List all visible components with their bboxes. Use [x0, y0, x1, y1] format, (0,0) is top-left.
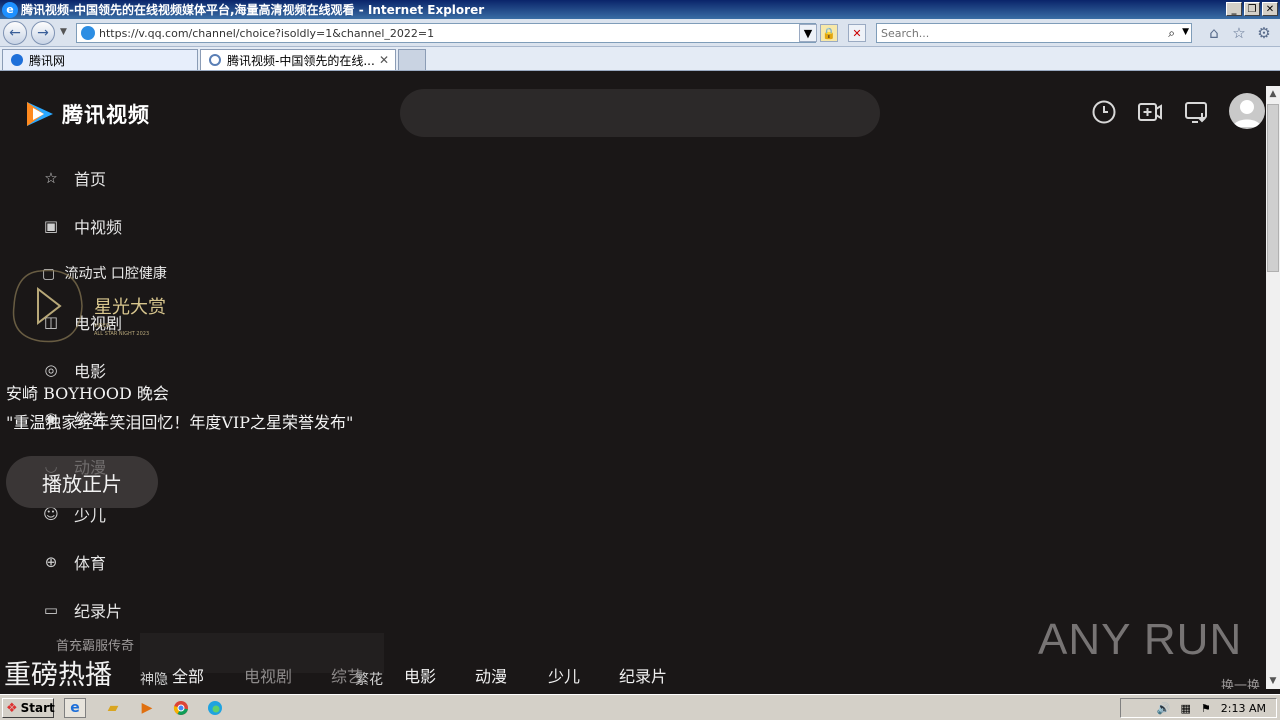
ball-icon: ⊕ — [44, 553, 58, 571]
anyrun-watermark: ANY RUN — [1038, 607, 1242, 673]
category-kids[interactable]: 少儿 — [548, 663, 580, 687]
speaker-icon[interactable]: 🔊 — [1157, 702, 1171, 715]
nav-item-mid-video[interactable]: ▣ 中视频 — [42, 213, 122, 239]
forward-button[interactable]: → — [31, 21, 55, 45]
nav-item-home[interactable]: ☆ 首页 — [42, 165, 106, 191]
search-icon[interactable]: ⌕ — [1168, 26, 1175, 41]
windows-taskbar: ❖ Start e ▰ ▶ 🔊 ▦ ⚑ 2:13 AM — [0, 694, 1280, 720]
window-title: 腾讯视频-中国领先的在线视频媒体平台,海量高清视频在线观看 - Internet… — [21, 3, 485, 17]
scroll-down-icon[interactable]: ▼ — [1266, 673, 1280, 689]
search-box[interactable]: ⌕ ▼ — [876, 23, 1192, 43]
tab-tencent-video[interactable]: 腾讯视频-中国领先的在线... ✕ — [200, 49, 396, 70]
nav-item-documentary[interactable]: ▭ 纪录片 — [42, 597, 122, 623]
refresh-button[interactable]: 换一换 — [1221, 675, 1260, 689]
category-variety[interactable]: 综艺 — [331, 663, 363, 687]
play-square-icon: ▣ — [43, 217, 59, 235]
close-window-button[interactable]: ✕ — [1262, 2, 1278, 16]
watermark-text: ANY RUN — [1038, 615, 1243, 664]
start-button[interactable]: ❖ Start — [2, 698, 55, 718]
search-input[interactable] — [881, 26, 1151, 40]
tab-row: 腾讯网 腾讯视频-中国领先的在线... ✕ — [0, 47, 1280, 71]
badge-sub1: VIDEO — [94, 323, 110, 329]
window-title-bar: e 腾讯视频-中国领先的在线视频媒体平台,海量高清视频在线观看 - Intern… — [0, 0, 1280, 19]
category-anime[interactable]: 动漫 — [475, 663, 507, 687]
search-dropdown-icon[interactable]: ▼ — [1182, 27, 1189, 37]
category-documentary[interactable]: 纪录片 — [619, 663, 667, 687]
hot-section-title: 重磅热播 — [4, 660, 112, 689]
network-icon[interactable]: ▦ — [1181, 702, 1191, 715]
sub-promo-item[interactable]: 首充霸服传奇 — [56, 635, 134, 654]
taskbar-media-icon[interactable]: ▶ — [136, 698, 158, 718]
category-tv[interactable]: 电视剧 — [244, 663, 292, 687]
site-search-box[interactable] — [400, 89, 880, 137]
action-center-flag-icon[interactable]: ⚑ — [1201, 702, 1211, 715]
category-all[interactable]: 全部 — [172, 663, 204, 687]
category-movie[interactable]: 电影 — [404, 663, 436, 687]
play-feature-button[interactable]: 播放正片 — [6, 456, 158, 508]
history-clock-icon[interactable] — [1091, 99, 1117, 125]
user-avatar[interactable] — [1229, 93, 1265, 129]
taskbar-chrome-icon[interactable] — [170, 698, 192, 718]
star-night-badge: 星光大赏 VIDEO ALL STAR NIGHT 2023 — [12, 269, 166, 343]
scroll-up-icon[interactable]: ▲ — [1266, 86, 1280, 102]
star-icon: ☆ — [44, 169, 58, 187]
new-tab-button[interactable] — [398, 49, 426, 70]
address-dropdown-button[interactable]: ▼ — [799, 24, 817, 42]
tools-gear-icon[interactable]: ⚙ — [1254, 23, 1274, 43]
tencent-favicon-icon — [11, 54, 23, 66]
restore-button[interactable]: ❐ — [1244, 2, 1260, 16]
upload-video-icon[interactable] — [1137, 99, 1163, 125]
taskbar-ie-icon[interactable]: e — [64, 698, 86, 718]
stop-button[interactable]: ✕ — [848, 24, 866, 42]
page-viewport: 腾讯视频 ☆ 首页 ▣ 中视频 ◫ 电视剧 ◎ 电影 ◉ 综艺 ☺ 少儿 ⊕ 体… — [0, 71, 1266, 689]
clock[interactable]: 2:13 AM — [1221, 702, 1266, 715]
address-url: https://v.qq.com/channel/choice?isoldly=… — [99, 26, 435, 40]
taskbar-folder-icon[interactable]: ▰ — [102, 698, 124, 718]
tab-tencent[interactable]: 腾讯网 — [2, 49, 198, 70]
back-button[interactable]: ← — [3, 21, 27, 45]
page-favicon-icon — [81, 26, 95, 40]
taskbar-edge-icon[interactable] — [204, 698, 226, 718]
home-icon[interactable]: ⌂ — [1204, 23, 1224, 43]
nav-item-sports[interactable]: ⊕ 体育 — [42, 549, 106, 575]
history-dropdown-icon[interactable]: ▼ — [60, 27, 67, 37]
system-tray: 🔊 ▦ ⚑ 2:13 AM — [1120, 698, 1277, 718]
address-bar[interactable]: https://v.qq.com/channel/choice?isoldly=… — [76, 23, 816, 43]
avatar-person-icon — [1233, 100, 1261, 127]
page-scrollbar[interactable]: ▲ ▼ — [1266, 86, 1280, 689]
badge-title: 星光大赏 — [94, 297, 166, 318]
download-client-icon[interactable] — [1184, 99, 1210, 125]
tencent-video-logo-icon — [27, 102, 53, 126]
promo-title: 安崎 BOYHOOD 晚会 — [6, 384, 169, 403]
camera-icon: ▭ — [43, 601, 59, 619]
promo-description: "重温独家经年笑泪回忆！年度VIP之星荣誉发布" — [6, 413, 354, 432]
site-logo[interactable]: 腾讯视频 — [24, 99, 150, 129]
favorites-icon[interactable]: ☆ — [1229, 23, 1249, 43]
address-toolbar: ← → ▼ https://v.qq.com/channel/choice?is… — [0, 19, 1280, 47]
minimize-button[interactable]: _ — [1226, 2, 1242, 16]
loading-icon — [209, 54, 221, 66]
site-logo-text: 腾讯视频 — [62, 103, 150, 127]
lock-icon[interactable]: 🔒 — [820, 24, 838, 42]
film-icon: ◎ — [44, 361, 58, 379]
scroll-thumb[interactable] — [1267, 104, 1279, 272]
ie-icon: e — [2, 1, 18, 18]
badge-sub2: ALL STAR NIGHT 2023 — [94, 331, 149, 337]
sub-item-shenyin[interactable]: 神隐 — [140, 669, 168, 689]
windows-logo-icon: ❖ — [6, 700, 18, 716]
close-tab-icon[interactable]: ✕ — [379, 53, 389, 67]
